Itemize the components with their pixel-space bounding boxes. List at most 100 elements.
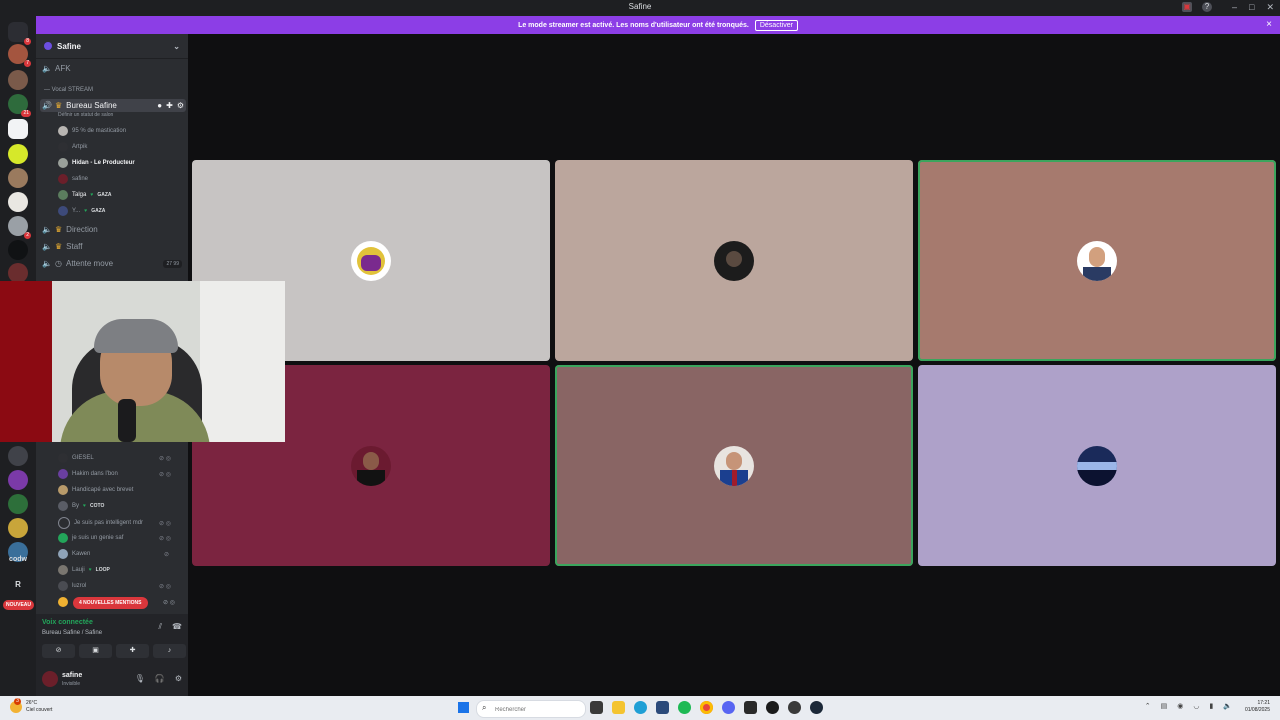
gear-icon[interactable]: ⚙: [177, 101, 184, 110]
channel-afk[interactable]: 🔈 AFK: [42, 64, 71, 73]
user-name: By: [72, 503, 80, 509]
camera-button[interactable]: ⊘: [42, 644, 75, 658]
voice-user[interactable]: Je suis pas intelligent mdr ⊘ ◎: [58, 517, 171, 529]
voice-user[interactable]: Lauji ♥ LOOP: [58, 565, 110, 575]
weather-widget[interactable]: 26°C Ciel couvert: [26, 700, 52, 714]
voice-user[interactable]: By ♥ COTO: [58, 501, 104, 511]
clock[interactable]: 17:21 01/08/2025: [1245, 700, 1270, 714]
activity-button[interactable]: ✚: [116, 644, 149, 658]
app-icon[interactable]: [766, 701, 779, 714]
participant-tile[interactable]: [555, 365, 913, 566]
headset-icon[interactable]: ◡: [1193, 702, 1199, 710]
participant-tile[interactable]: [918, 365, 1276, 566]
voice-user[interactable]: Talga ♥ GAZA: [58, 190, 111, 200]
server-icon[interactable]: [8, 168, 28, 188]
noise-suppression-icon[interactable]: ⫽: [158, 622, 162, 632]
server-icon[interactable]: [8, 518, 28, 538]
user-name: Hakim dans l'bon: [72, 471, 118, 477]
gear-icon[interactable]: ⚙: [175, 674, 182, 683]
app-tray-icon[interactable]: ◉: [1177, 702, 1183, 710]
task-view-icon[interactable]: [590, 701, 603, 714]
voice-user[interactable]: safine: [58, 174, 88, 184]
spotify-icon[interactable]: [678, 701, 691, 714]
new-badge[interactable]: NOUVEAU: [3, 600, 35, 610]
screen-share-button[interactable]: ▣: [79, 644, 112, 658]
system-tray: ⌃ ▤ ◉ ◡ ▮ 🔈: [1145, 702, 1232, 710]
server-codw[interactable]: codw: [0, 556, 36, 563]
network-icon[interactable]: ▤: [1161, 702, 1168, 710]
disconnect-icon[interactable]: ☎: [172, 622, 182, 632]
server-icon[interactable]: 2: [8, 216, 31, 239]
voice-user[interactable]: luzrol ⊘ ◎: [58, 581, 171, 591]
screen-share-icon: ▣: [92, 647, 99, 654]
file-explorer-icon[interactable]: [612, 701, 625, 714]
voice-user[interactable]: Hakim dans l'bon ⊘ ◎: [58, 469, 171, 479]
steam-icon[interactable]: [810, 701, 823, 714]
app-icon[interactable]: [788, 701, 801, 714]
channel-status-hint[interactable]: Définir un statut de salon: [58, 112, 113, 118]
server-icon[interactable]: [8, 70, 28, 90]
voice-user[interactable]: Artpik: [58, 142, 87, 152]
voice-user[interactable]: Hidan - Le Producteur: [58, 158, 135, 168]
app-icon[interactable]: [744, 701, 757, 714]
windows-start-icon[interactable]: [458, 702, 469, 713]
chrome-icon[interactable]: [700, 701, 713, 714]
discord-icon[interactable]: [722, 701, 735, 714]
server-icon[interactable]: [8, 263, 28, 283]
channel-attente-move[interactable]: 🔈 ◷ Attente move 27 99: [42, 259, 182, 268]
server-r[interactable]: R: [0, 580, 36, 589]
edge-icon[interactable]: [634, 701, 647, 714]
store-icon[interactable]: [656, 701, 669, 714]
time: 17:21: [1257, 700, 1270, 706]
chevron-down-icon[interactable]: ⌄: [173, 42, 180, 51]
server-icon[interactable]: [8, 192, 28, 212]
add-user-icon[interactable]: ✚: [166, 101, 173, 110]
close-window-icon[interactable]: ✕: [1266, 2, 1274, 13]
avatar: [58, 533, 68, 543]
server-icon[interactable]: 7: [8, 44, 31, 67]
headphones-icon[interactable]: 🎧: [155, 674, 165, 683]
banner-close-icon[interactable]: ×: [1266, 19, 1272, 30]
volume-icon[interactable]: 🔈: [1223, 702, 1232, 710]
search-icon: ⌕: [482, 703, 487, 712]
server-icon[interactable]: [8, 494, 28, 514]
voice-user[interactable]: Y... ♥ GAZA: [58, 206, 105, 216]
soundboard-button[interactable]: ♪: [153, 644, 186, 658]
server-icon[interactable]: [8, 119, 28, 139]
search-input[interactable]: [493, 703, 583, 717]
voice-user[interactable]: 95 % de mastication: [58, 126, 126, 136]
current-user-panel[interactable]: safine Invisible 🎙 🎧 ⚙: [42, 666, 182, 692]
minimize-icon[interactable]: –: [1232, 2, 1237, 13]
participant-tile[interactable]: [918, 160, 1276, 361]
inbox-icon[interactable]: ▣: [1182, 2, 1192, 12]
server-icon[interactable]: [8, 240, 28, 260]
voice-user[interactable]: Kawen ⊘: [58, 549, 169, 559]
channel-bureau-safine[interactable]: 🔊 ♛ Bureau Safine ● ✚ ⚙: [40, 99, 186, 112]
participant-tile[interactable]: [555, 160, 913, 361]
speaker-icon: 🔈: [42, 259, 52, 268]
taskbar-search[interactable]: ⌕: [476, 700, 586, 718]
chevron-up-icon[interactable]: ⌃: [1145, 702, 1151, 710]
voice-user[interactable]: GIESEL ⊘ ◎: [58, 453, 171, 463]
channel-direction[interactable]: 🔈 ♛ Direction: [42, 225, 98, 234]
channel-staff[interactable]: 🔈 ♛ Staff: [42, 242, 82, 251]
help-icon[interactable]: ?: [1202, 2, 1212, 12]
server-icon[interactable]: 21: [8, 94, 31, 117]
server-icon[interactable]: [8, 144, 28, 164]
mic-icon[interactable]: ▮: [1209, 702, 1213, 710]
server-icon[interactable]: [8, 446, 28, 466]
chat-icon[interactable]: ●: [157, 101, 162, 110]
voice-user[interactable]: Handicapé avec brevet: [58, 485, 133, 495]
maximize-icon[interactable]: □: [1249, 2, 1254, 13]
voice-user[interactable]: je suis un genie saf ⊘ ◎: [58, 533, 171, 543]
category-vocal-stream[interactable]: — Vocal STREAM: [44, 87, 93, 93]
voice-location[interactable]: Bureau Safine / Safine: [42, 630, 102, 636]
new-mentions-pill[interactable]: 4 NOUVELLES MENTIONS: [73, 597, 148, 609]
server-icon[interactable]: [8, 470, 28, 490]
guild-header[interactable]: Safine ⌄: [36, 34, 188, 59]
disable-streamer-mode-button[interactable]: Désactiver: [754, 19, 798, 31]
server-icon[interactable]: 8: [8, 22, 31, 45]
user-name: 95 % de mastication: [72, 128, 127, 134]
webcam-overlay: [0, 281, 285, 442]
microphone-icon[interactable]: 🎙: [135, 674, 145, 683]
